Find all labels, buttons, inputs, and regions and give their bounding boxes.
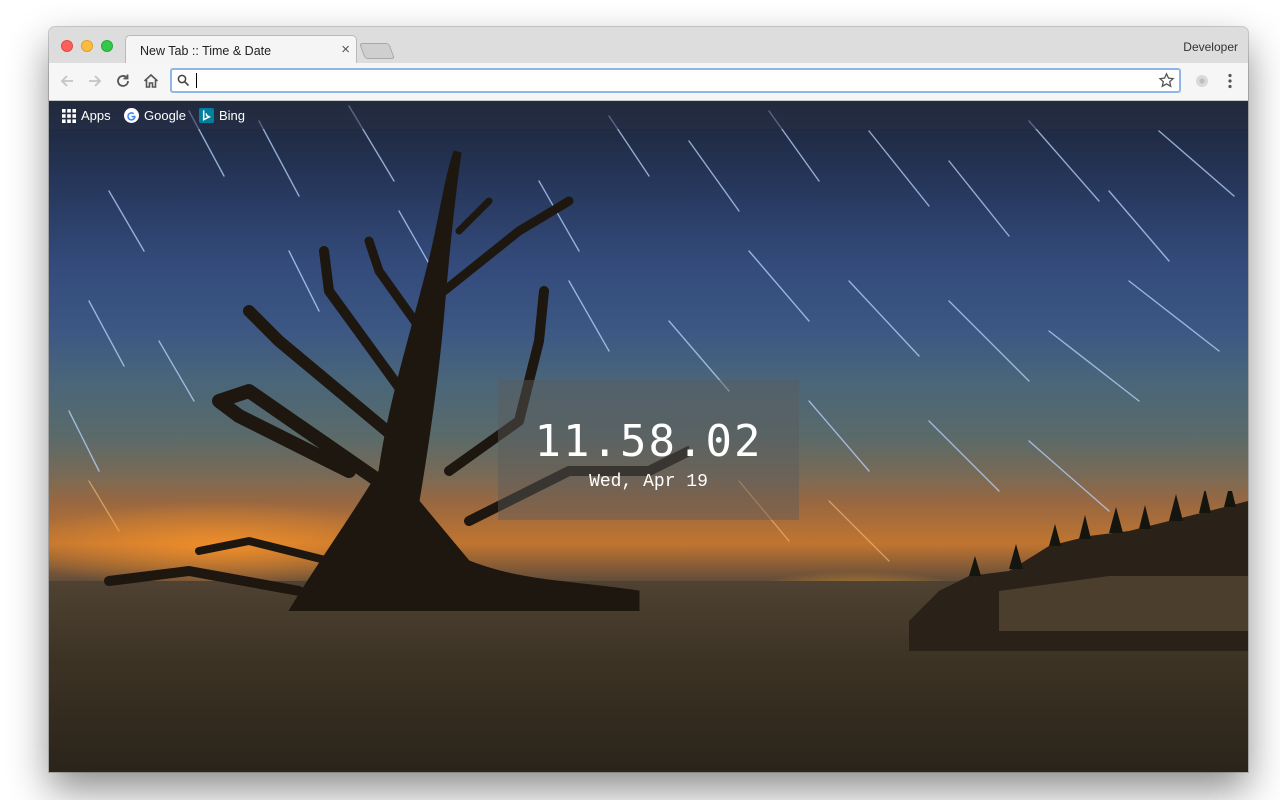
- reload-icon[interactable]: [114, 72, 132, 90]
- text-caret: [196, 73, 197, 88]
- address-bar[interactable]: [170, 68, 1181, 93]
- tab-active[interactable]: New Tab :: Time & Date ×: [125, 35, 357, 65]
- toolbar: [49, 63, 1248, 101]
- bing-icon: [199, 108, 214, 123]
- forward-arrow-icon[interactable]: [86, 72, 104, 90]
- tree-silhouette: [104, 150, 689, 611]
- bookmark-google[interactable]: Google: [124, 108, 186, 123]
- title-bar: New Tab :: Time & Date × Developer: [49, 27, 1248, 65]
- profile-name[interactable]: Developer: [1183, 40, 1238, 54]
- extension-icon[interactable]: [1193, 72, 1211, 90]
- bookmark-bing[interactable]: Bing: [199, 108, 245, 123]
- tab-title: New Tab :: Time & Date: [140, 44, 272, 58]
- clock-widget: 11.58.02 Wed, Apr 19: [498, 380, 799, 520]
- back-arrow-icon[interactable]: [58, 72, 76, 90]
- page-viewport: Apps Google Bing 11.58.02 Wed, Apr 19: [49, 101, 1248, 772]
- bookmark-label: Google: [144, 108, 186, 123]
- menu-kebab-icon[interactable]: [1221, 72, 1239, 90]
- address-input[interactable]: [194, 72, 1138, 91]
- new-tab-button[interactable]: [359, 43, 395, 59]
- browser-window: New Tab :: Time & Date × Developer Apps …: [49, 27, 1248, 772]
- search-icon: [177, 74, 190, 87]
- apps-grid-icon: [62, 108, 76, 123]
- bookmark-label: Bing: [219, 108, 246, 123]
- bookmark-star-icon[interactable]: [1158, 72, 1175, 89]
- tab-close-icon[interactable]: ×: [341, 41, 350, 58]
- bookmark-apps[interactable]: Apps: [62, 108, 111, 123]
- bookmarks-bar: Apps Google Bing: [49, 101, 1248, 129]
- cliff-silhouette: [909, 491, 1248, 651]
- close-window-button[interactable]: [61, 40, 73, 52]
- clock-date: Wed, Apr 19: [589, 472, 708, 492]
- google-icon: [124, 108, 139, 123]
- minimize-window-button[interactable]: [81, 40, 93, 52]
- bookmark-label: Apps: [81, 108, 111, 123]
- home-icon[interactable]: [142, 72, 160, 90]
- maximize-window-button[interactable]: [101, 40, 113, 52]
- clock-time: 11.58.02: [534, 416, 763, 467]
